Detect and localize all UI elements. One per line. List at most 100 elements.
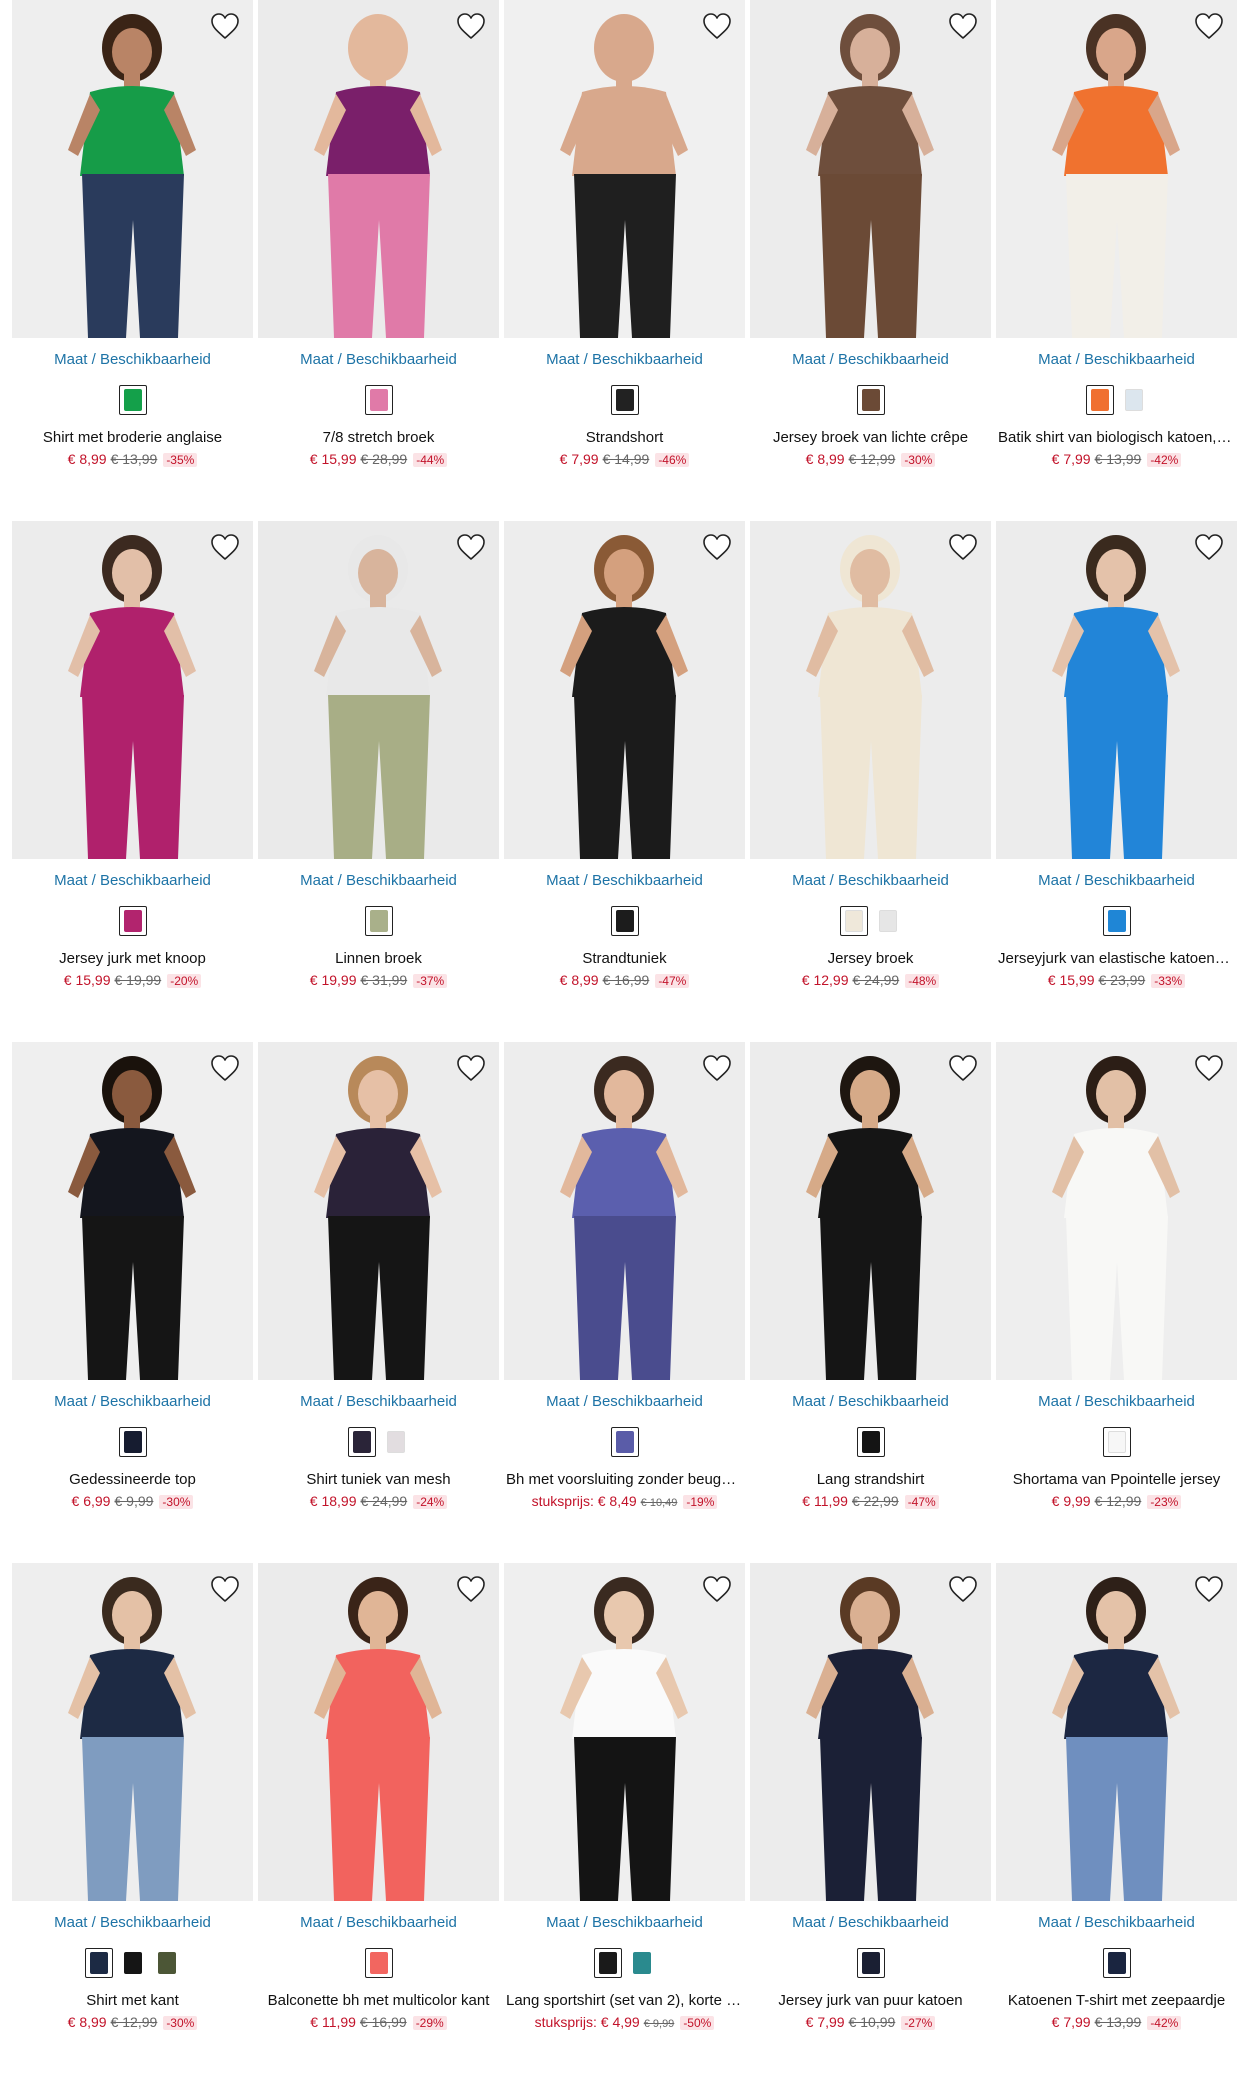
product-name[interactable]: Lang strandshirt: [750, 1471, 991, 1489]
color-swatch[interactable]: [84, 1948, 113, 1978]
product-card[interactable]: Maat / Beschikbaarheid Lang strandshirt € …: [750, 1042, 991, 1563]
product-card[interactable]: Maat / Beschikbaarheid 7/8 stretch broek €…: [258, 0, 499, 521]
color-swatch[interactable]: [856, 1948, 885, 1978]
color-swatch[interactable]: [593, 1948, 622, 1978]
size-availability-link[interactable]: Maat / Beschikbaarheid: [12, 872, 253, 890]
product-name[interactable]: Katoenen T-shirt met zeepaardje: [996, 1992, 1237, 2010]
color-swatch[interactable]: [856, 385, 885, 415]
product-name[interactable]: Jersey jurk van puur katoen: [750, 1992, 991, 2010]
color-swatch[interactable]: [118, 385, 147, 415]
product-photo[interactable]: [996, 1042, 1237, 1380]
heart-icon[interactable]: [947, 1573, 979, 1605]
size-availability-link[interactable]: Maat / Beschikbaarheid: [750, 872, 991, 890]
product-name[interactable]: Jersey broek van lichte crêpe: [750, 429, 991, 447]
product-card[interactable]: Maat / Beschikbaarheid Balconette bh met …: [258, 1563, 499, 2084]
color-swatch[interactable]: [364, 1948, 393, 1978]
size-availability-link[interactable]: Maat / Beschikbaarheid: [996, 1393, 1237, 1411]
color-swatch[interactable]: [118, 1427, 147, 1457]
size-availability-link[interactable]: Maat / Beschikbaarheid: [996, 1914, 1237, 1932]
product-name[interactable]: 7/8 stretch broek: [258, 429, 499, 447]
size-availability-link[interactable]: Maat / Beschikbaarheid: [12, 1393, 253, 1411]
product-photo[interactable]: [258, 1563, 499, 1901]
size-availability-link[interactable]: Maat / Beschikbaarheid: [258, 351, 499, 369]
size-availability-link[interactable]: Maat / Beschikbaarheid: [750, 351, 991, 369]
product-card[interactable]: Maat / Beschikbaarheid Shirt met kant € 8,…: [12, 1563, 253, 2084]
product-image[interactable]: [12, 1042, 253, 1380]
size-availability-link[interactable]: Maat / Beschikbaarheid: [12, 1914, 253, 1932]
product-name[interactable]: Jersey broek: [750, 950, 991, 968]
color-swatch[interactable]: [856, 1427, 885, 1457]
color-swatch[interactable]: [1102, 906, 1131, 936]
product-name[interactable]: Lang sportshirt (set van 2), korte m…: [504, 1992, 745, 2010]
heart-icon[interactable]: [701, 1052, 733, 1084]
product-card[interactable]: Maat / Beschikbaarheid Linnen broek € 19,9…: [258, 521, 499, 1042]
size-availability-link[interactable]: Maat / Beschikbaarheid: [12, 351, 253, 369]
product-image[interactable]: [504, 521, 745, 859]
product-name[interactable]: Shortama van Ppointelle jersey: [996, 1471, 1237, 1489]
heart-icon[interactable]: [701, 1573, 733, 1605]
product-image[interactable]: [258, 1042, 499, 1380]
product-photo[interactable]: [996, 521, 1237, 859]
product-name[interactable]: Strandshort: [504, 429, 745, 447]
color-swatch[interactable]: [1102, 1427, 1131, 1457]
size-availability-link[interactable]: Maat / Beschikbaarheid: [504, 1393, 745, 1411]
product-name[interactable]: Strandtuniek: [504, 950, 745, 968]
product-card[interactable]: Maat / Beschikbaarheid Jersey broek van l…: [750, 0, 991, 521]
product-card[interactable]: Maat / Beschikbaarheid Katoenen T-shirt m…: [996, 1563, 1237, 2084]
product-photo[interactable]: [12, 1042, 253, 1380]
heart-icon[interactable]: [455, 1573, 487, 1605]
product-image[interactable]: [12, 0, 253, 338]
product-image[interactable]: [750, 0, 991, 338]
heart-icon[interactable]: [455, 1052, 487, 1084]
color-swatch[interactable]: [153, 1948, 181, 1978]
heart-icon[interactable]: [1193, 1052, 1225, 1084]
product-image[interactable]: [504, 1042, 745, 1380]
product-photo[interactable]: [504, 0, 745, 338]
size-availability-link[interactable]: Maat / Beschikbaarheid: [996, 351, 1237, 369]
product-photo[interactable]: [504, 521, 745, 859]
product-image[interactable]: [504, 0, 745, 338]
product-name[interactable]: Gedessineerde top: [12, 1471, 253, 1489]
product-card[interactable]: Maat / Beschikbaarheid Shirt met broderie…: [12, 0, 253, 521]
color-swatch[interactable]: [1120, 385, 1148, 415]
product-image[interactable]: [996, 1042, 1237, 1380]
product-image[interactable]: [750, 521, 991, 859]
product-image[interactable]: [12, 521, 253, 859]
product-image[interactable]: [996, 1563, 1237, 1901]
product-name[interactable]: Shirt tuniek van mesh: [258, 1471, 499, 1489]
size-availability-link[interactable]: Maat / Beschikbaarheid: [504, 872, 745, 890]
product-name[interactable]: Shirt met broderie anglaise: [12, 429, 253, 447]
product-card[interactable]: Maat / Beschikbaarheid Jersey jurk van pu…: [750, 1563, 991, 2084]
size-availability-link[interactable]: Maat / Beschikbaarheid: [996, 872, 1237, 890]
product-photo[interactable]: [258, 1042, 499, 1380]
product-name[interactable]: Bh met voorsluiting zonder beugel …: [504, 1471, 745, 1489]
size-availability-link[interactable]: Maat / Beschikbaarheid: [750, 1914, 991, 1932]
color-swatch[interactable]: [610, 906, 639, 936]
product-image[interactable]: [504, 1563, 745, 1901]
size-availability-link[interactable]: Maat / Beschikbaarheid: [750, 1393, 991, 1411]
product-card[interactable]: Maat / Beschikbaarheid Jersey broek € 12,9…: [750, 521, 991, 1042]
product-photo[interactable]: [996, 1563, 1237, 1901]
product-image[interactable]: [258, 521, 499, 859]
product-photo[interactable]: [750, 1563, 991, 1901]
product-photo[interactable]: [996, 0, 1237, 338]
color-swatch[interactable]: [610, 1427, 639, 1457]
heart-icon[interactable]: [455, 10, 487, 42]
color-swatch[interactable]: [1102, 1948, 1131, 1978]
heart-icon[interactable]: [209, 1052, 241, 1084]
product-photo[interactable]: [504, 1042, 745, 1380]
color-swatch[interactable]: [347, 1427, 376, 1457]
color-swatch[interactable]: [1085, 385, 1114, 415]
size-availability-link[interactable]: Maat / Beschikbaarheid: [504, 351, 745, 369]
heart-icon[interactable]: [947, 1052, 979, 1084]
product-name[interactable]: Shirt met kant: [12, 1992, 253, 2010]
heart-icon[interactable]: [947, 531, 979, 563]
color-swatch[interactable]: [839, 906, 868, 936]
heart-icon[interactable]: [947, 10, 979, 42]
color-swatch[interactable]: [610, 385, 639, 415]
heart-icon[interactable]: [1193, 531, 1225, 563]
size-availability-link[interactable]: Maat / Beschikbaarheid: [258, 872, 499, 890]
heart-icon[interactable]: [209, 531, 241, 563]
product-photo[interactable]: [12, 521, 253, 859]
product-image[interactable]: [996, 521, 1237, 859]
